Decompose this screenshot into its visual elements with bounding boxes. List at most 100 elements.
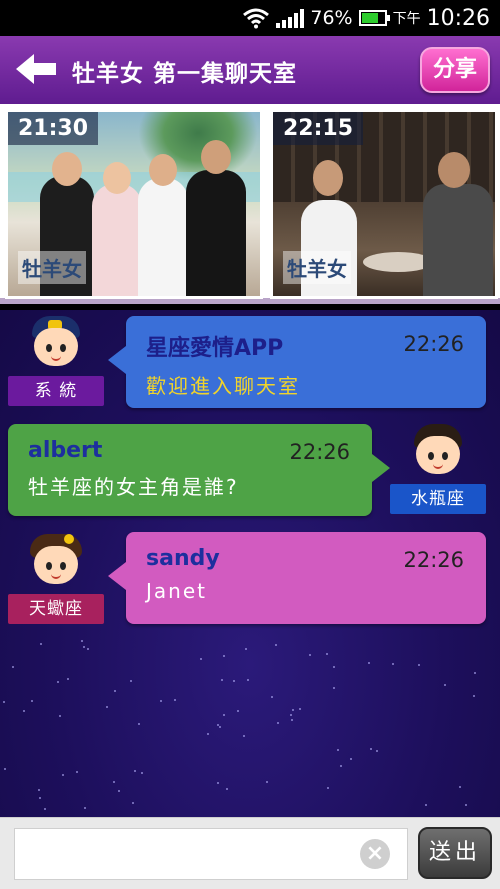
star-decoration [245, 648, 247, 650]
star-decoration [113, 781, 115, 783]
star-decoration [459, 786, 461, 788]
star-decoration [299, 708, 301, 710]
star-decoration [309, 654, 311, 656]
star-decoration [134, 770, 136, 772]
message-time: 22:26 [289, 440, 350, 464]
chat-area[interactable]: 系 統 星座愛情APP 22:26 歡迎進入聊天室 albert 22:26 牡… [0, 310, 500, 817]
star-decoration [340, 765, 342, 767]
status-time: 10:26 [426, 5, 490, 31]
message-text: 歡迎進入聊天室 [146, 374, 300, 398]
message-input-bar: × 送出 [0, 817, 500, 889]
star-decoration [350, 758, 352, 760]
star-decoration [243, 735, 245, 737]
chatroom-header: 牡羊女 第一集聊天室 分享 [0, 36, 500, 104]
star-decoration [275, 644, 277, 646]
star-decoration [138, 723, 140, 725]
star-decoration [266, 781, 268, 783]
aquarius-avatar [410, 422, 466, 478]
star-decoration [23, 710, 25, 712]
star-decoration [271, 696, 273, 698]
message-input[interactable] [14, 828, 408, 880]
clear-icon[interactable]: × [360, 839, 390, 869]
star-decoration [226, 788, 228, 790]
message-text: Janet [146, 579, 207, 603]
star-decoration [465, 804, 467, 806]
star-decoration [38, 789, 40, 791]
star-decoration [67, 678, 69, 680]
star-decoration [425, 804, 427, 806]
star-decoration [247, 679, 249, 681]
episode-strip: 21:30 牡羊女 22:15 牡羊女 [0, 104, 500, 304]
chat-bubble: albert 22:26 牡羊座的女主角是誰? [8, 424, 390, 516]
system-avatar [28, 314, 84, 370]
star-decoration [277, 722, 279, 724]
star-decoration [106, 706, 108, 708]
star-decoration [237, 710, 239, 712]
star-decoration [291, 719, 293, 721]
star-decoration [333, 687, 335, 689]
user-tag: 水瓶座 [390, 484, 486, 514]
star-decoration [83, 646, 85, 648]
user-tag: 天蠍座 [8, 594, 104, 624]
star-decoration [118, 790, 120, 792]
scorpio-avatar [28, 532, 84, 588]
star-decoration [376, 750, 378, 752]
episode-watermark: 牡羊女 [18, 251, 86, 284]
star-decoration [3, 701, 5, 703]
star-decoration [392, 663, 394, 665]
star-decoration [57, 681, 59, 683]
star-decoration [333, 666, 335, 668]
star-decoration [40, 643, 42, 645]
star-decoration [223, 714, 225, 716]
star-decoration [327, 787, 329, 789]
star-decoration [160, 700, 162, 702]
star-decoration [130, 680, 132, 682]
star-decoration [217, 782, 219, 784]
chat-bubble: 星座愛情APP 22:26 歡迎進入聊天室 [108, 316, 486, 408]
star-decoration [81, 640, 83, 642]
star-decoration [444, 684, 446, 686]
signal-icon [276, 8, 305, 28]
battery-percent: 76% [310, 7, 353, 29]
star-decoration [84, 807, 86, 809]
star-decoration [4, 768, 6, 770]
star-decoration [207, 733, 209, 735]
star-decoration [368, 662, 370, 664]
star-decoration [370, 748, 372, 750]
message-time: 22:26 [403, 332, 464, 356]
episode-thumbnail[interactable]: 21:30 牡羊女 [5, 109, 263, 299]
battery-icon [358, 10, 390, 26]
star-decoration [233, 680, 235, 682]
star-decoration [337, 749, 339, 751]
star-decoration [217, 724, 219, 726]
back-arrow-icon[interactable] [14, 52, 58, 86]
star-decoration [114, 690, 116, 692]
user-tag: 系 統 [8, 376, 104, 406]
chat-bubble: sandy 22:26 Janet [108, 532, 486, 624]
star-decoration [59, 715, 61, 717]
star-decoration [31, 700, 33, 702]
star-decoration [474, 672, 476, 674]
star-decoration [62, 774, 64, 776]
wifi-icon [243, 8, 270, 29]
status-ampm: 下午 [392, 11, 421, 27]
message-time: 22:26 [403, 548, 464, 572]
message-text: 牡羊座的女主角是誰? [28, 475, 239, 499]
star-decoration [223, 655, 225, 657]
episode-thumbnail[interactable]: 22:15 牡羊女 [270, 109, 498, 299]
star-decoration [290, 714, 292, 716]
star-decoration [39, 797, 41, 799]
episode-watermark: 牡羊女 [283, 251, 351, 284]
star-decoration [87, 648, 89, 650]
send-button[interactable]: 送出 [418, 827, 492, 879]
share-button[interactable]: 分享 [420, 47, 490, 93]
star-decoration [219, 726, 221, 728]
star-decoration [44, 808, 46, 810]
star-decoration [76, 771, 78, 773]
star-decoration [141, 772, 143, 774]
episode-time: 21:30 [8, 112, 99, 145]
star-decoration [473, 695, 475, 697]
page-title: 牡羊女 第一集聊天室 [72, 61, 298, 87]
star-decoration [200, 658, 202, 660]
star-decoration [292, 709, 294, 711]
